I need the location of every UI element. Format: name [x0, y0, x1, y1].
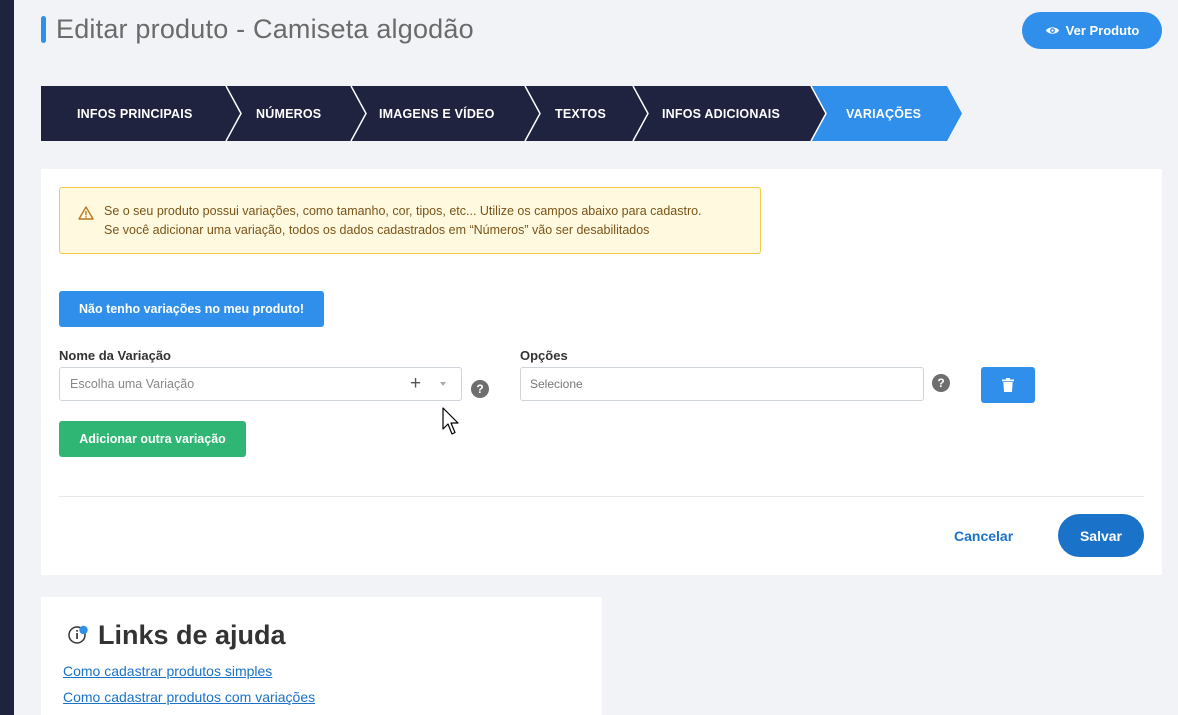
mouse-cursor-icon	[442, 407, 459, 435]
options-help-icon[interactable]: ?	[932, 374, 950, 392]
save-button[interactable]: Salvar	[1058, 514, 1144, 557]
eye-icon	[1045, 27, 1059, 34]
divider	[59, 496, 1144, 497]
title-accent-bar	[41, 16, 46, 43]
tab-infos-adicionais[interactable]: INFOS ADICIONAIS	[662, 86, 780, 141]
options-input[interactable]	[520, 367, 924, 401]
variations-card: Se o seu produto possui variações, como …	[41, 169, 1162, 575]
tab-textos[interactable]: TEXTOS	[555, 86, 606, 141]
view-product-label: Ver Produto	[1065, 23, 1140, 38]
variation-name-placeholder: Escolha uma Variação	[70, 377, 195, 391]
alert-text-line2: Se você adicionar uma variação, todos os…	[104, 223, 650, 237]
info-icon	[68, 625, 88, 644]
help-link-variation-products[interactable]: Como cadastrar produtos com variações	[63, 689, 315, 705]
help-links-card: Links de ajuda Como cadastrar produtos s…	[41, 597, 602, 715]
plus-icon[interactable]: +	[410, 374, 421, 394]
warning-alert: Se o seu produto possui variações, como …	[59, 187, 761, 254]
tab-variacoes[interactable]: VARIAÇÕES	[846, 86, 921, 141]
trash-icon	[1002, 378, 1014, 392]
cancel-button[interactable]: Cancelar	[954, 528, 1013, 544]
alert-text-line1: Se o seu produto possui variações, como …	[104, 204, 702, 218]
add-variation-button[interactable]: Adicionar outra variação	[59, 421, 246, 457]
warning-icon	[78, 206, 94, 220]
options-label: Opções	[520, 348, 568, 363]
page-header: Editar produto - Camiseta algodão Ver Pr…	[41, 12, 1162, 50]
tab-numeros[interactable]: NÚMEROS	[256, 86, 321, 141]
no-variations-button[interactable]: Não tenho variações no meu produto!	[59, 291, 324, 327]
chevron-down-icon[interactable]	[440, 382, 446, 386]
variation-name-label: Nome da Variação	[59, 348, 171, 363]
help-title: Links de ajuda	[98, 620, 286, 650]
page-title: Editar produto - Camiseta algodão	[56, 14, 474, 44]
tab-imagens-e-video[interactable]: IMAGENS E VÍDEO	[379, 86, 495, 141]
step-navigation: INFOS PRINCIPAIS NÚMEROS IMAGENS E VÍDEO…	[41, 86, 963, 141]
tab-infos-principais[interactable]: INFOS PRINCIPAIS	[77, 86, 192, 141]
help-link-simple-products[interactable]: Como cadastrar produtos simples	[63, 663, 272, 679]
variation-name-select[interactable]: Escolha uma Variação +	[59, 367, 462, 401]
variation-name-help-icon[interactable]: ?	[471, 380, 489, 398]
view-product-button[interactable]: Ver Produto	[1022, 12, 1162, 49]
left-sidebar-strip	[0, 0, 14, 715]
delete-variation-button[interactable]	[981, 367, 1035, 403]
